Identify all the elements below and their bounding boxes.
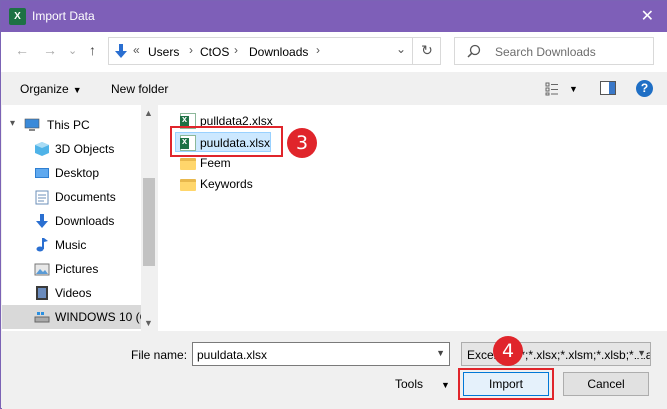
folder-name: Feem — [200, 156, 231, 170]
tools-button[interactable]: Tools ▼ — [395, 377, 450, 391]
chevron-down-icon[interactable]: ▼ — [634, 348, 646, 358]
organize-button[interactable]: Organize ▼ — [20, 82, 82, 96]
chevron-down-icon: ▼ — [441, 380, 450, 390]
documents-icon — [35, 190, 49, 205]
download-icon — [36, 214, 48, 228]
sidebar-item-desktop[interactable]: Desktop — [2, 161, 142, 185]
desktop-icon — [35, 168, 49, 178]
chevron-down-icon: ▼ — [72, 85, 82, 95]
folder-icon — [180, 179, 196, 191]
sidebar-scrollbar[interactable]: ▲ ▼ — [141, 105, 156, 331]
close-icon[interactable]: ✕ — [641, 6, 654, 26]
sidebar-item-pictures[interactable]: Pictures — [2, 257, 142, 281]
back-arrow-icon[interactable]: ← — [15, 42, 29, 58]
downloads-folder-icon — [115, 44, 127, 58]
import-data-dialog: X Import Data ✕ ← → ⌄ ↑ « Users › CtOS ›… — [0, 0, 667, 409]
tools-label: Tools — [395, 377, 424, 391]
forward-arrow-icon[interactable]: → — [43, 42, 57, 58]
sidebar-item-documents[interactable]: Documents — [2, 185, 142, 209]
sidebar-item-label: Pictures — [55, 262, 99, 276]
sidebar-item-3d-objects[interactable]: 3D Objects — [2, 137, 142, 161]
view-dropdown-icon[interactable]: ▼ — [569, 84, 578, 94]
annotation-highlight-box — [458, 368, 554, 400]
folder-item-keywords[interactable]: Keywords — [176, 174, 266, 194]
breadcrumb-ctos[interactable]: CtOS — [200, 45, 229, 59]
computer-icon — [24, 118, 40, 131]
address-overflow-icon[interactable]: « — [133, 43, 140, 57]
cancel-button[interactable]: Cancel — [563, 372, 649, 396]
music-icon — [36, 238, 48, 252]
recent-locations-icon[interactable]: ⌄ — [68, 44, 77, 57]
sidebar-item-music[interactable]: Music — [2, 233, 142, 257]
sidebar-item-label: This PC — [47, 118, 90, 132]
sidebar-item-downloads[interactable]: Downloads — [2, 209, 142, 233]
breadcrumb-downloads[interactable]: Downloads — [249, 45, 308, 59]
excel-icon: X — [9, 8, 26, 25]
drive-icon — [34, 312, 50, 323]
sidebar-item-label: Music — [55, 238, 87, 252]
sidebar-item-label: Videos — [55, 286, 92, 300]
address-dropdown-icon[interactable]: ⌄ — [396, 42, 406, 56]
file-name-value: puuldata.xlsx — [197, 348, 268, 362]
annotation-step-badge: 3 — [287, 128, 317, 158]
toolbar: Organize ▼ New folder ▼ ? — [2, 72, 667, 105]
scrollbar-thumb[interactable] — [143, 178, 155, 266]
address-bar[interactable]: « Users › CtOS › Downloads › ⌄ — [108, 37, 441, 65]
folder-icon — [180, 158, 196, 170]
chevron-down-icon[interactable]: ▼ — [436, 348, 445, 358]
scroll-up-icon[interactable]: ▲ — [144, 108, 153, 118]
cube-icon — [35, 142, 49, 156]
up-arrow-icon[interactable]: ↑ — [89, 42, 96, 58]
help-icon[interactable]: ? — [636, 80, 653, 97]
sidebar-item-label: Documents — [55, 190, 116, 204]
title-bar: X Import Data ✕ — [1, 1, 667, 32]
annotation-highlight-box — [170, 126, 283, 157]
file-name-label: File name: — [131, 348, 188, 362]
preview-pane-icon[interactable] — [600, 81, 616, 95]
sidebar-item-label: Desktop — [55, 166, 100, 180]
sidebar-item-label: 3D Objects — [55, 142, 115, 156]
videos-icon — [36, 286, 48, 300]
sidebar-item-this-pc[interactable]: ▾ This PC — [2, 113, 142, 137]
sidebar-item-windows-drive[interactable]: WINDOWS 10 (C:) — [2, 305, 155, 329]
scroll-down-icon[interactable]: ▼ — [144, 318, 153, 328]
organize-label: Organize — [20, 82, 69, 96]
window-title: Import Data — [32, 9, 95, 23]
breadcrumb-separator[interactable]: › — [316, 43, 320, 57]
view-options-icon[interactable] — [545, 82, 559, 96]
sidebar-item-label: Downloads — [55, 214, 115, 228]
breadcrumb-users[interactable]: Users — [148, 45, 179, 59]
chevron-down-icon[interactable]: ▾ — [10, 118, 15, 129]
pictures-icon — [34, 263, 50, 276]
refresh-icon[interactable]: ↻ — [412, 37, 441, 65]
annotation-step-badge: 4 — [493, 336, 523, 366]
navigation-pane: ▾ This PC 3D Objects Desktop Documents D… — [2, 105, 156, 331]
search-placeholder: Search Downloads — [495, 45, 596, 59]
folder-name: Keywords — [200, 177, 253, 191]
search-icon — [467, 44, 481, 58]
new-folder-button[interactable]: New folder — [111, 82, 168, 96]
sidebar-item-videos[interactable]: Videos — [2, 281, 142, 305]
breadcrumb-separator[interactable]: › — [234, 43, 238, 57]
file-name-field[interactable]: puuldata.xlsx ▼ — [192, 342, 450, 366]
file-type-select[interactable]: Excel (*.xl*;*.xlsx;*.xlsm;*.xlsb;*.xlam… — [461, 342, 651, 366]
breadcrumb-separator[interactable]: › — [189, 43, 193, 57]
search-input[interactable]: Search Downloads — [454, 37, 654, 65]
